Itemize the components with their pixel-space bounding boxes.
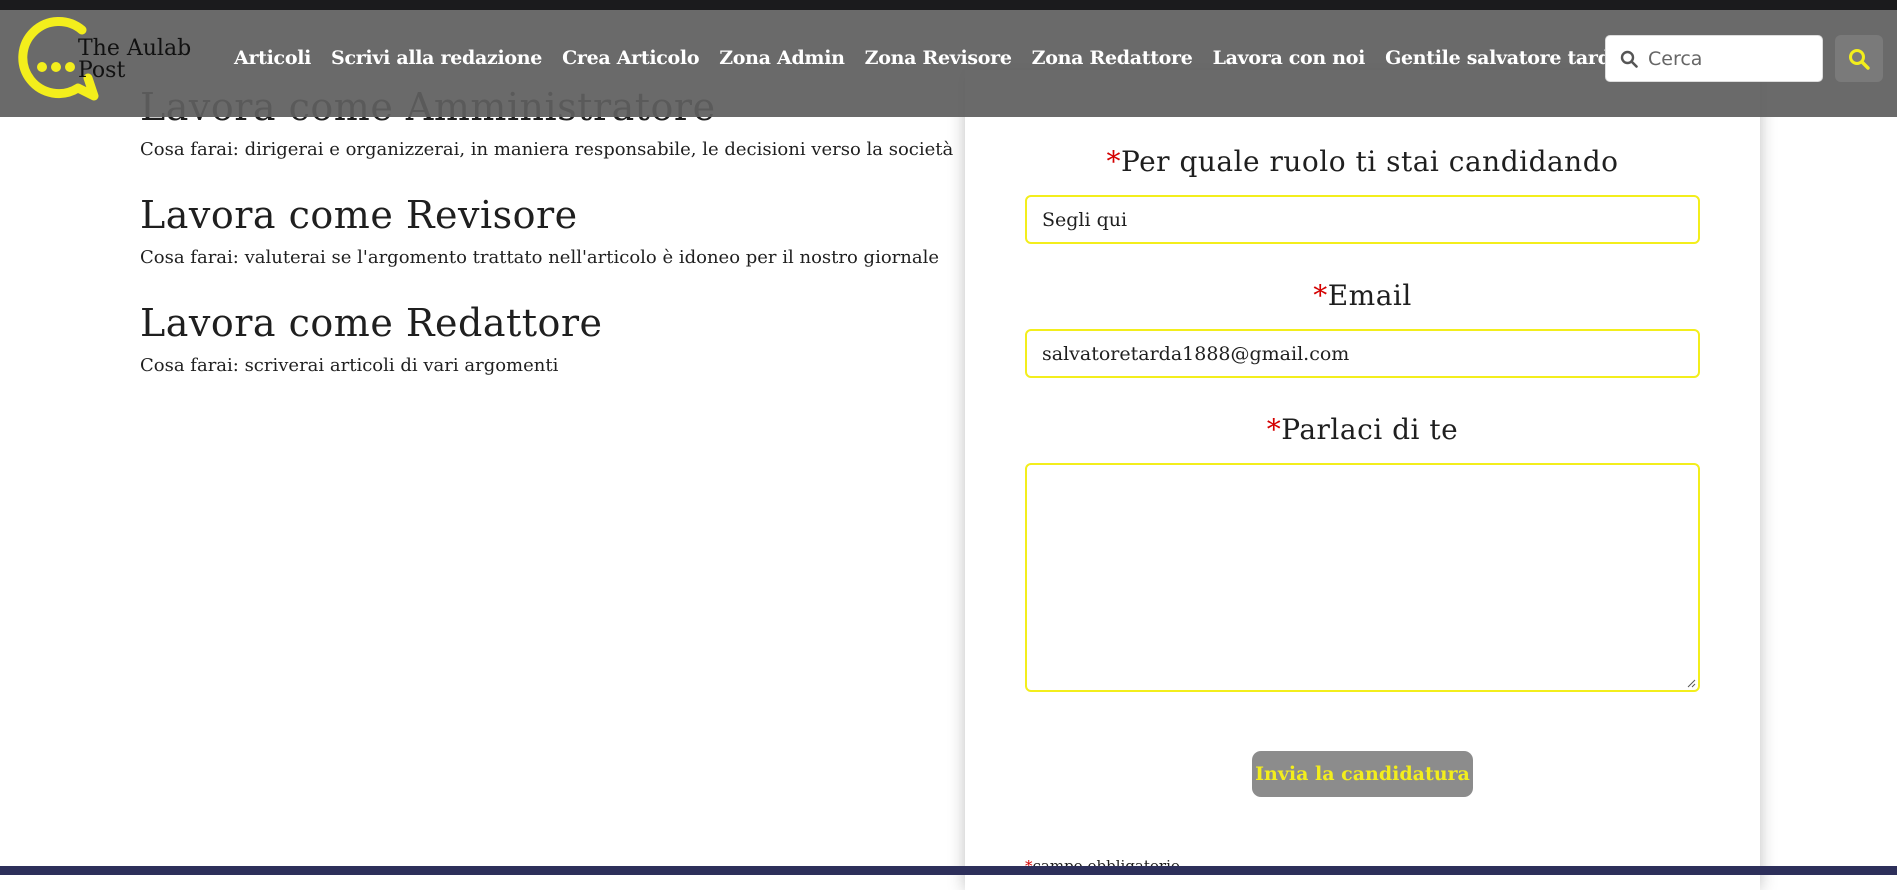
brand-logo[interactable]: The Aulab Post (16, 16, 206, 102)
role-select-value: Segli qui (1042, 208, 1128, 231)
search-button[interactable] (1835, 35, 1883, 82)
search-icon (1620, 50, 1638, 68)
submit-button[interactable]: Invia la candidatura (1252, 751, 1473, 797)
application-form: *Per quale ruolo ti stai candidando Segl… (965, 70, 1760, 890)
nav-crea-articolo[interactable]: Crea Articolo (552, 47, 709, 69)
role-field-label: *Per quale ruolo ti stai candidando (965, 145, 1760, 178)
about-field-label: *Parlaci di te (965, 413, 1760, 446)
navbar: The Aulab Post Articoli Scrivi alla reda… (0, 10, 1897, 117)
email-field-value: salvatoretarda1888@gmail.com (1042, 342, 1350, 365)
email-field-label: *Email (965, 279, 1760, 312)
role-editor: Lavora come Redattore Cosa farai: scrive… (140, 301, 940, 409)
top-strip (0, 0, 1897, 10)
user-menu-label: Gentile salvatore tarda (1385, 46, 1623, 69)
nav-lavora-con-noi[interactable]: Lavora con noi (1203, 47, 1376, 69)
brand-line-2: Post (78, 58, 126, 83)
role-select[interactable]: Segli qui (1025, 195, 1700, 244)
required-marker: * (1106, 145, 1121, 178)
search-input[interactable] (1646, 46, 1816, 71)
resize-handle-icon[interactable] (1686, 678, 1696, 688)
footer-strip (0, 866, 1897, 875)
brand-line-1: The Aulab (78, 36, 192, 61)
role-description: Cosa farai: dirigerai e organizzerai, in… (140, 139, 954, 160)
search-icon (1849, 48, 1870, 70)
nav-zona-revisore[interactable]: Zona Revisore (855, 47, 1022, 69)
nav-zona-admin[interactable]: Zona Admin (709, 47, 854, 69)
role-description: Cosa farai: valuterai se l'argomento tra… (140, 247, 940, 268)
nav-articoli[interactable]: Articoli (224, 47, 321, 69)
brand-name: The Aulab Post (78, 38, 191, 82)
role-title: Lavora come Revisore (140, 193, 578, 237)
email-field-label-text: Email (1327, 279, 1412, 312)
nav-zona-redattore[interactable]: Zona Redattore (1022, 47, 1203, 69)
role-field-label-text: Per quale ruolo ti stai candidando (1121, 145, 1619, 178)
role-reviewer: Lavora come Revisore Cosa farai: valuter… (140, 193, 940, 301)
role-title: Lavora come Redattore (140, 301, 603, 345)
nav-links: Articoli Scrivi alla redazione Crea Arti… (224, 10, 1655, 105)
roles-section: Lavora come Amministratore Cosa farai: d… (140, 85, 954, 409)
about-field-label-text: Parlaci di te (1281, 413, 1459, 446)
required-marker: * (1313, 279, 1328, 312)
about-textarea[interactable] (1025, 463, 1700, 692)
required-marker: * (1266, 413, 1282, 446)
nav-scrivi-redazione[interactable]: Scrivi alla redazione (321, 47, 552, 69)
email-field[interactable]: salvatoretarda1888@gmail.com (1025, 329, 1700, 378)
search-box (1605, 35, 1823, 82)
role-description: Cosa farai: scriverai articoli di vari a… (140, 355, 559, 376)
